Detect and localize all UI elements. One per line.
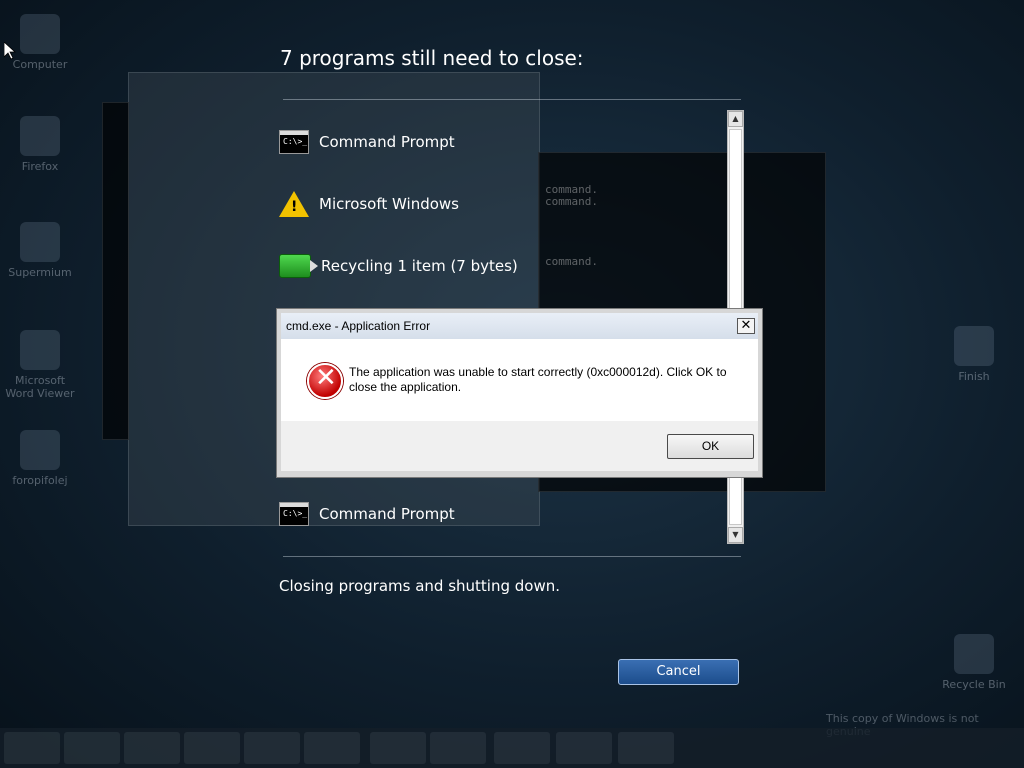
warning-icon: ! [279, 191, 309, 217]
dialog-title-bar[interactable]: cmd.exe - Application Error ✕ [281, 313, 758, 339]
taskbar-item[interactable] [618, 732, 674, 764]
application-error-dialog: cmd.exe - Application Error ✕ ✕ The appl… [276, 308, 763, 478]
cmd-icon: C:\>_ [279, 502, 309, 526]
taskbar-item[interactable] [370, 732, 426, 764]
word-viewer-icon [20, 330, 60, 370]
program-item: C:\>_ Command Prompt [279, 126, 455, 158]
desktop-icon-finish[interactable]: Finish [934, 326, 1014, 383]
dialog-message: The application was unable to start corr… [349, 365, 727, 394]
desktop-icon-label: Supermium [8, 266, 72, 279]
dialog-footer: OK [281, 421, 758, 471]
desktop-icon-label: foropifolej [12, 474, 68, 487]
taskbar-item[interactable] [494, 732, 550, 764]
taskbar-item[interactable] [124, 732, 180, 764]
desktop-icon-label: Recycle Bin [942, 678, 1006, 691]
dialog-body: ✕ The application was unable to start co… [281, 339, 758, 421]
error-icon: ✕ [307, 363, 343, 399]
shutdown-status: Closing programs and shutting down. [279, 577, 560, 595]
shutdown-title: 7 programs still need to close: [280, 46, 584, 70]
supermium-icon [20, 222, 60, 262]
taskbar-item[interactable] [430, 732, 486, 764]
desktop-icon-word-viewer[interactable]: Microsoft Word Viewer [0, 330, 80, 400]
cancel-button[interactable]: Cancel [618, 659, 739, 685]
desktop-icon-computer[interactable]: Computer [0, 14, 80, 71]
desktop-icon-firefox[interactable]: Firefox [0, 116, 80, 173]
start-button[interactable] [4, 732, 60, 764]
program-name: Microsoft Windows [319, 195, 459, 213]
desktop-icon-label: Finish [958, 370, 990, 383]
taskbar-item[interactable] [244, 732, 300, 764]
shortcut-icon [954, 326, 994, 366]
taskbar-item[interactable] [64, 732, 120, 764]
recycle-bin-icon [954, 634, 994, 674]
desktop-icon-supermium[interactable]: Supermium [0, 222, 80, 279]
cmd-icon: C:\>_ [279, 130, 309, 154]
program-name: Command Prompt [319, 505, 455, 523]
divider-top [283, 99, 741, 100]
program-name: Command Prompt [319, 133, 455, 151]
desktop-icon-label: Computer [12, 58, 68, 71]
desktop-icon-label: Firefox [21, 160, 59, 173]
background-console-window-left [102, 102, 129, 440]
desktop-icon-recycle-bin[interactable]: Recycle Bin [934, 634, 1014, 691]
desktop-icon-label: Microsoft Word Viewer [5, 374, 75, 400]
scroll-up-button[interactable]: ▲ [728, 111, 743, 127]
taskbar-item[interactable] [556, 732, 612, 764]
dialog-title: cmd.exe - Application Error [286, 319, 431, 333]
program-name: Recycling 1 item (7 bytes) [321, 257, 518, 275]
computer-icon [20, 14, 60, 54]
recycle-progress-icon [279, 254, 318, 278]
ok-button[interactable]: OK [667, 434, 754, 459]
folder-icon [20, 430, 60, 470]
desktop-icon-folder[interactable]: foropifolej [0, 430, 80, 487]
scroll-down-button[interactable]: ▼ [728, 527, 743, 543]
program-item: ! Microsoft Windows [279, 188, 459, 220]
taskbar [0, 728, 1024, 768]
program-item: C:\>_ Command Prompt [279, 498, 455, 530]
program-item: Recycling 1 item (7 bytes) [279, 250, 518, 282]
taskbar-item[interactable] [184, 732, 240, 764]
firefox-icon [20, 116, 60, 156]
divider-bottom [283, 556, 741, 557]
close-icon[interactable]: ✕ [737, 318, 755, 334]
taskbar-item[interactable] [304, 732, 360, 764]
